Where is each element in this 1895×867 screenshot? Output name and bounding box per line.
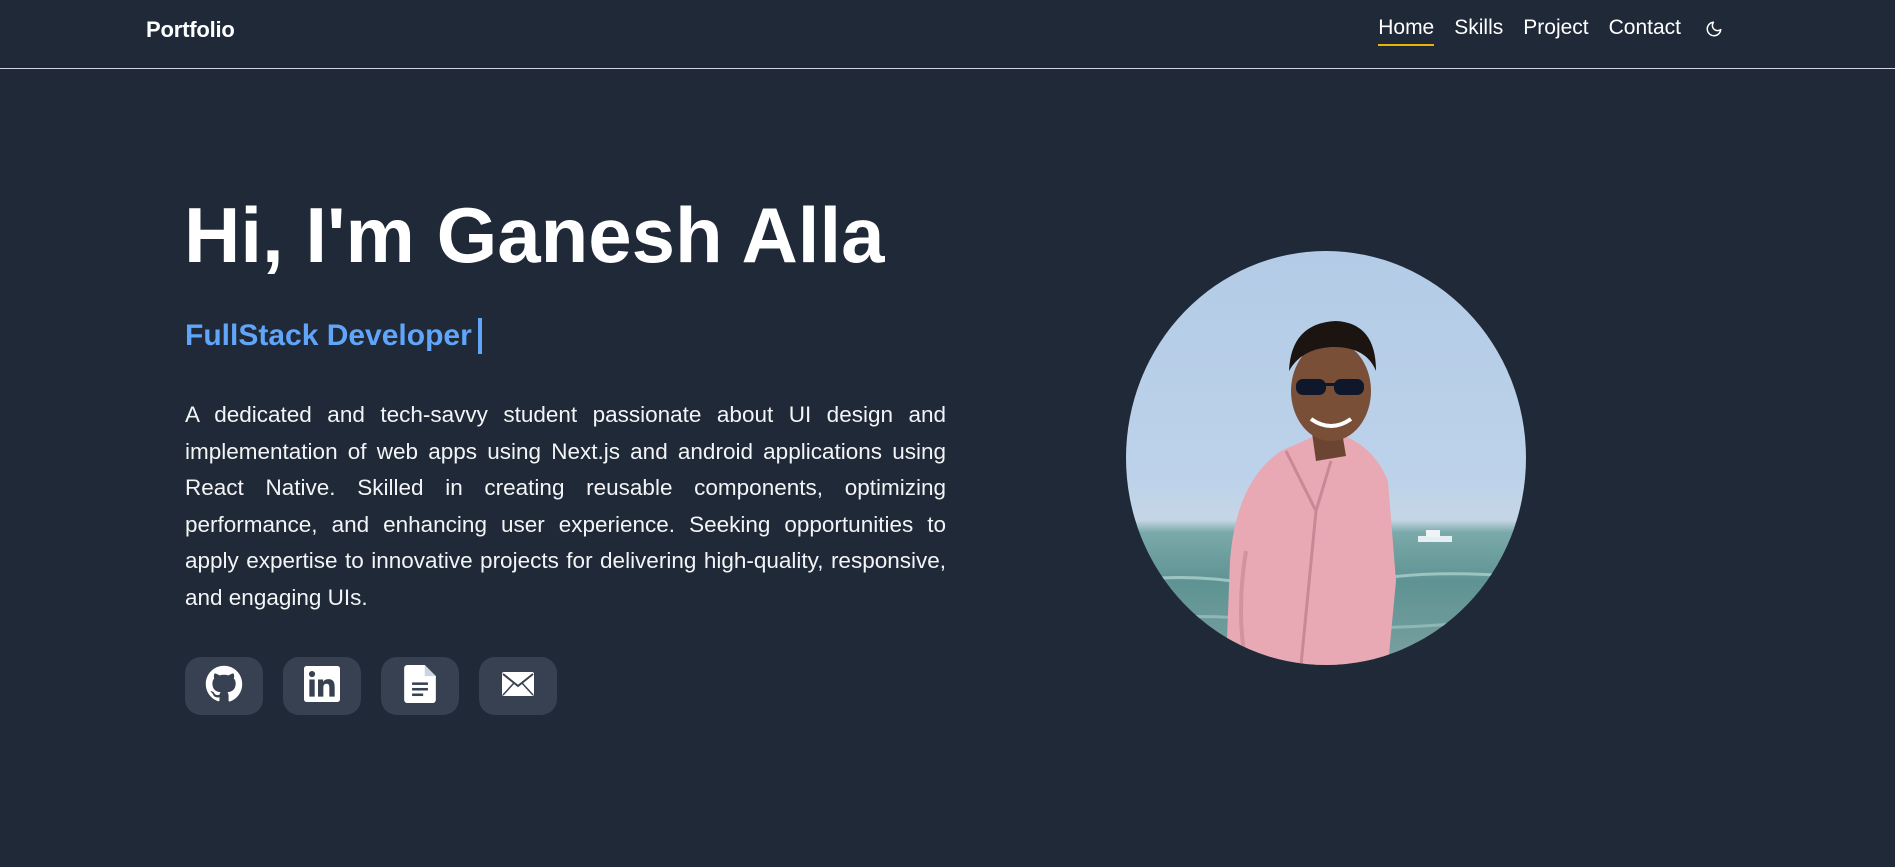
role-text: FullStack Developer xyxy=(185,319,472,352)
social-links xyxy=(185,657,557,715)
profile-photo-illustration xyxy=(1126,321,1526,665)
resume-button[interactable] xyxy=(381,657,459,715)
navbar: Portfolio Home Skills Project Contact xyxy=(0,0,1895,69)
role-typewriter: FullStack Developer xyxy=(185,318,482,354)
nav-skills-link[interactable]: Skills xyxy=(1454,16,1503,46)
nav-links: Home Skills Project Contact xyxy=(1378,16,1725,46)
nav-project-link[interactable]: Project xyxy=(1523,16,1588,46)
profile-photo xyxy=(1126,251,1526,665)
email-button[interactable] xyxy=(479,657,557,715)
resume-document-icon xyxy=(403,664,437,708)
bio-paragraph: A dedicated and tech-savvy student passi… xyxy=(185,402,946,610)
hero-title: Hi, I'm Ganesh Alla xyxy=(184,191,885,279)
github-button[interactable] xyxy=(185,657,263,715)
nav-home-link[interactable]: Home xyxy=(1378,16,1435,46)
linkedin-icon xyxy=(304,665,340,707)
linkedin-button[interactable] xyxy=(283,657,361,715)
typing-cursor xyxy=(477,318,482,354)
github-icon xyxy=(205,665,243,708)
moon-icon[interactable] xyxy=(1703,18,1725,40)
nav-contact-link[interactable]: Contact xyxy=(1609,16,1681,46)
mail-icon xyxy=(501,671,535,702)
brand-logo[interactable]: Portfolio xyxy=(146,17,235,43)
